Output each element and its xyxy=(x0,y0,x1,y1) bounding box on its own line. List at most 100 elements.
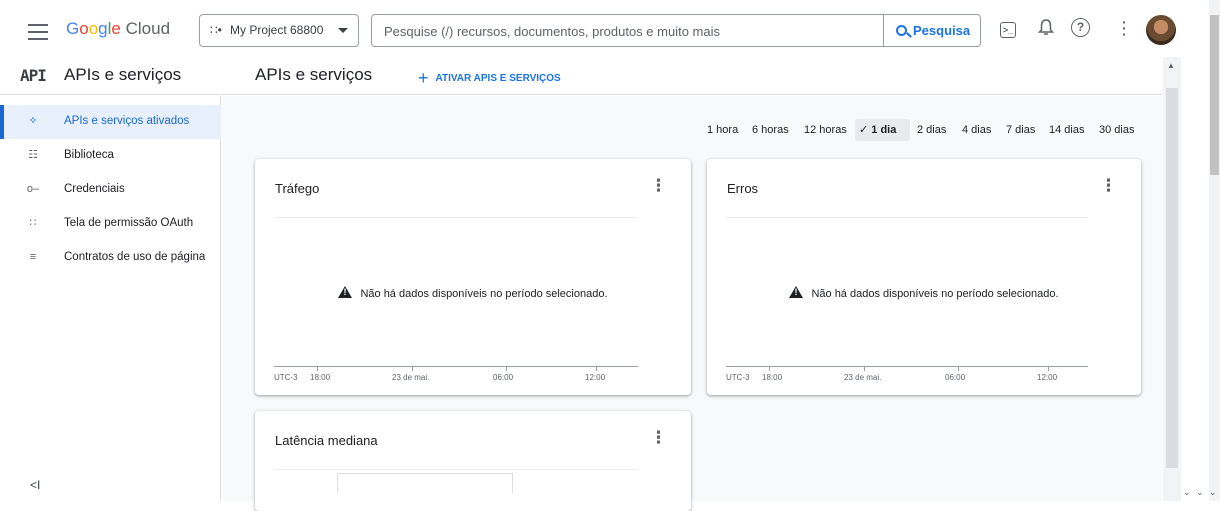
errors-card: Erros ⋮ Não há dados disponíveis no perí… xyxy=(707,159,1141,395)
tick-label: 06:00 xyxy=(493,373,514,382)
more-vert-icon[interactable]: ⋮ xyxy=(650,176,667,196)
key-icon: o– xyxy=(26,183,40,195)
tick-label: 06:00 xyxy=(945,373,966,382)
no-data-message: Não há dados disponíveis no período sele… xyxy=(255,286,691,300)
chevron-down-icon[interactable]: ⌄ xyxy=(1209,487,1217,498)
project-name: My Project 68800 xyxy=(230,23,324,37)
time-range-selector: 1 hora 6 horas 12 horas ✓ 1 dia 2 dias 4… xyxy=(0,119,1163,141)
page-title: APIs e serviços xyxy=(255,65,373,84)
sidebar-item-page-usage[interactable]: ≡ Contratos de uso de página xyxy=(0,241,221,275)
axis-timezone: UTC-3 xyxy=(274,373,298,382)
tick-mark xyxy=(958,367,959,371)
chevron-down-icon[interactable]: ⌄ xyxy=(1196,487,1204,498)
tick-label: 23 de mai. xyxy=(844,373,882,382)
tick-mark xyxy=(1048,367,1049,371)
no-data-message: Não há dados disponíveis no período sele… xyxy=(707,286,1141,300)
sidebar-header: API APIs e serviços xyxy=(0,57,221,95)
main-header: APIs e serviços + ATIVAR APIS E SERVIÇOS xyxy=(222,57,1162,95)
range-30-days[interactable]: 30 dias xyxy=(1099,119,1134,141)
chevron-down-icon[interactable]: ⌄ xyxy=(1183,487,1191,498)
range-1-day-label: 1 dia xyxy=(871,124,897,136)
more-vert-icon[interactable]: ⋮ xyxy=(1100,176,1117,196)
page-scrollbar[interactable] xyxy=(1181,0,1220,501)
range-14-days[interactable]: 14 dias xyxy=(1049,119,1084,141)
project-selector[interactable]: ∷• My Project 68800 xyxy=(199,14,359,47)
latency-chart-placeholder xyxy=(337,473,513,493)
tick-mark xyxy=(864,367,865,371)
search-button[interactable]: Pesquisa xyxy=(883,15,980,46)
range-4-days[interactable]: 4 dias xyxy=(962,119,991,141)
sidebar-item-label: Biblioteca xyxy=(64,149,114,161)
sidebar-item-label: Contratos de uso de página xyxy=(64,251,206,263)
range-6-hours[interactable]: 6 horas xyxy=(752,119,789,141)
sidebar-title: APIs e serviços xyxy=(64,65,182,84)
enable-apis-button[interactable]: + ATIVAR APIS E SERVIÇOS xyxy=(418,68,561,89)
search-bar[interactable]: Pesquise (/) recursos, documentos, produ… xyxy=(371,14,981,47)
sidebar-item-library[interactable]: ☷ Biblioteca xyxy=(0,139,221,173)
api-product-icon: API xyxy=(20,66,47,85)
logo-letter: o xyxy=(88,19,99,38)
library-icon: ☷ xyxy=(28,149,38,161)
traffic-card: Tráfego ⋮ Não há dados disponíveis no pe… xyxy=(255,159,691,395)
logo-letter: o xyxy=(79,19,89,38)
latency-card: Latência mediana ⋮ xyxy=(255,411,691,511)
help-icon[interactable]: ? xyxy=(1071,18,1090,37)
sidebar-item-credentials[interactable]: o– Credenciais xyxy=(0,173,221,207)
card-title: Latência mediana xyxy=(275,433,378,448)
logo-cloud-text: Cloud xyxy=(125,19,171,38)
warning-icon xyxy=(789,286,804,298)
tick-mark xyxy=(596,367,597,371)
tick-mark xyxy=(506,367,507,371)
sidebar-item-oauth[interactable]: ∷ Tela de permissão OAuth xyxy=(0,207,221,241)
check-icon: ✓ xyxy=(859,124,872,136)
divider xyxy=(274,217,638,218)
search-button-label: Pesquisa xyxy=(913,23,971,38)
divider xyxy=(726,217,1088,218)
tick-label: 18:00 xyxy=(762,373,783,382)
range-1-hour[interactable]: 1 hora xyxy=(707,119,738,141)
sidebar-item-label: Tela de permissão OAuth xyxy=(64,217,194,229)
cloud-shell-icon[interactable]: >_ xyxy=(1000,22,1016,38)
google-cloud-logo[interactable]: Google Cloud xyxy=(66,19,170,39)
search-input[interactable]: Pesquise (/) recursos, documentos, produ… xyxy=(384,24,720,39)
range-12-hours[interactable]: 12 horas xyxy=(804,119,847,141)
scrollbar-thumb[interactable] xyxy=(1210,15,1219,175)
sidebar: ✧ APIs e serviços ativados ☷ Biblioteca … xyxy=(0,96,221,501)
scrollbar-thumb[interactable] xyxy=(1166,88,1178,468)
tick-mark xyxy=(769,367,770,371)
content-scrollbar[interactable]: ▲ xyxy=(1163,57,1181,501)
tick-label: 23 de mai. xyxy=(392,373,430,382)
sidebar-item-label: Credenciais xyxy=(64,183,125,195)
tick-mark xyxy=(412,367,413,371)
logo-letter: G xyxy=(66,19,80,38)
logo-letter: g xyxy=(98,19,108,38)
more-vert-icon[interactable]: ⋮ xyxy=(1113,18,1135,40)
warning-icon xyxy=(338,286,353,298)
project-icon: ∷• xyxy=(210,23,222,37)
enable-apis-label: ATIVAR APIS E SERVIÇOS xyxy=(435,73,561,84)
range-7-days[interactable]: 7 dias xyxy=(1006,119,1035,141)
no-data-text: Não há dados disponíveis no período sele… xyxy=(360,288,608,300)
notifications-bell-icon[interactable] xyxy=(1035,18,1057,40)
card-title: Tráfego xyxy=(275,181,320,196)
range-1-day[interactable]: ✓ 1 dia xyxy=(855,119,910,141)
logo-letter: e xyxy=(111,19,121,38)
search-icon xyxy=(896,25,907,36)
x-axis xyxy=(726,366,1088,367)
tick-label: 12:00 xyxy=(1037,373,1058,382)
range-2-days[interactable]: 2 dias xyxy=(917,119,946,141)
tick-label: 18:00 xyxy=(310,373,331,382)
collapse-sidebar-button[interactable]: <I xyxy=(30,478,40,492)
oauth-consent-icon: ∷ xyxy=(29,217,37,229)
no-data-text: Não há dados disponíveis no período sele… xyxy=(811,288,1059,300)
axis-timezone: UTC-3 xyxy=(726,373,750,382)
menu-icon[interactable] xyxy=(28,24,48,40)
chevron-down-icon xyxy=(338,28,348,33)
chevron-up-icon[interactable]: ▲ xyxy=(1167,61,1175,70)
top-bar: Google Cloud ∷• My Project 68800 Pesquis… xyxy=(0,0,1220,64)
avatar[interactable] xyxy=(1146,15,1176,45)
more-vert-icon[interactable]: ⋮ xyxy=(650,428,667,448)
divider xyxy=(274,469,638,470)
plus-icon: + xyxy=(418,68,429,88)
x-axis xyxy=(274,366,638,367)
